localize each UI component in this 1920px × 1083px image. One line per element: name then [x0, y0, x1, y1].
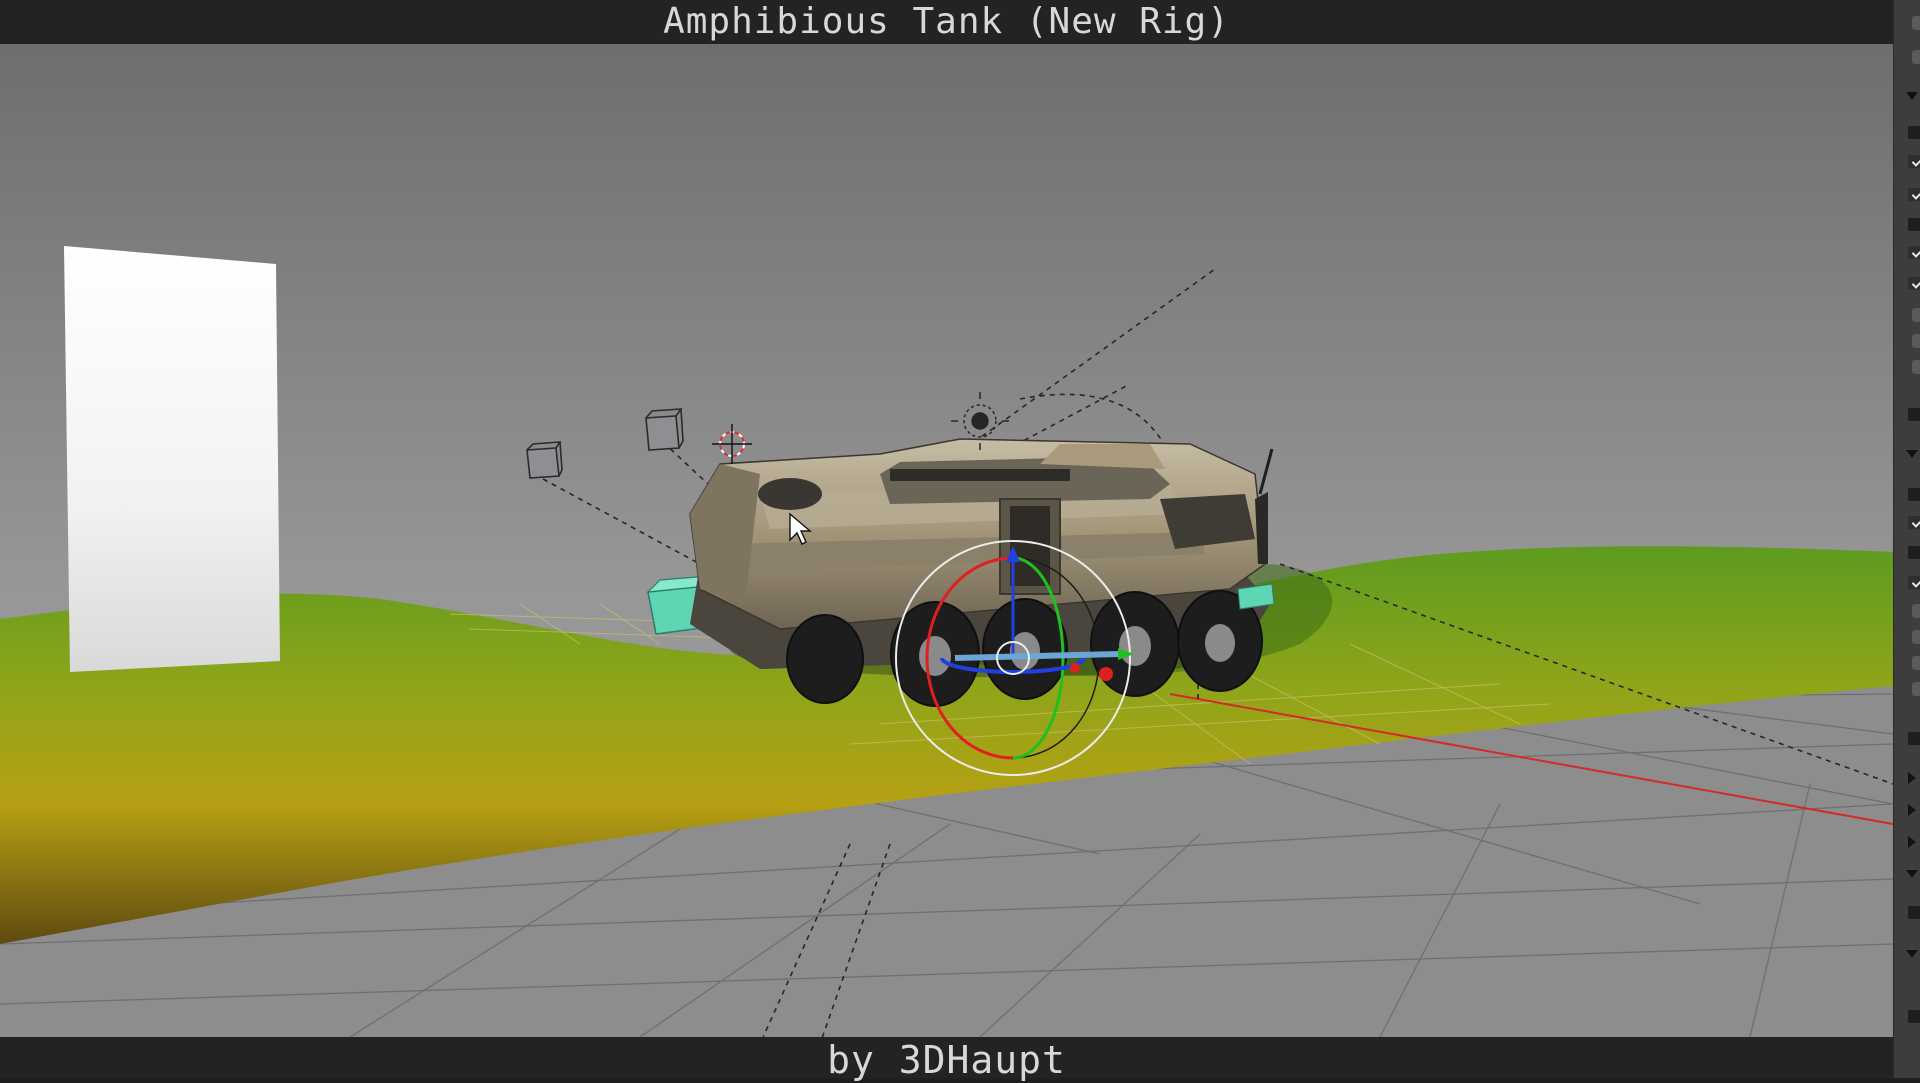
checkbox-icon[interactable] — [1908, 488, 1920, 501]
field-stub[interactable] — [1912, 604, 1920, 618]
checkbox-icon[interactable] — [1908, 188, 1920, 201]
properties-side-panel[interactable] — [1893, 0, 1920, 1078]
checkbox-icon[interactable] — [1908, 732, 1920, 745]
field-stub[interactable] — [1912, 360, 1920, 374]
video-title: Amphibious Tank (New Rig) — [0, 0, 1893, 44]
triangle-right-icon[interactable] — [1908, 772, 1916, 784]
triangle-down-icon[interactable] — [1906, 450, 1918, 458]
triangle-down-icon[interactable] — [1906, 92, 1918, 100]
checkbox-icon[interactable] — [1908, 126, 1920, 139]
checkbox-icon[interactable] — [1908, 1010, 1920, 1023]
amphibious-tank-model[interactable] — [689, 438, 1275, 707]
field-stub[interactable] — [1912, 16, 1920, 30]
checkbox-icon[interactable] — [1908, 576, 1920, 589]
checkbox-icon[interactable] — [1908, 906, 1920, 919]
checkbox-icon[interactable] — [1908, 546, 1920, 559]
field-stub[interactable] — [1912, 50, 1920, 64]
checkbox-icon[interactable] — [1908, 155, 1920, 168]
checkbox-icon[interactable] — [1908, 408, 1920, 421]
video-credit: by 3DHaupt — [0, 1037, 1893, 1082]
triangle-down-icon[interactable] — [1906, 870, 1918, 878]
field-stub[interactable] — [1912, 630, 1920, 644]
white-plane-object — [64, 246, 280, 672]
checkbox-icon[interactable] — [1908, 277, 1920, 290]
field-stub[interactable] — [1912, 682, 1920, 696]
checkbox-icon[interactable] — [1908, 246, 1920, 259]
checkbox-icon[interactable] — [1908, 218, 1920, 231]
triangle-down-icon[interactable] — [1906, 950, 1918, 958]
3d-viewport[interactable] — [0, 44, 1893, 1037]
triangle-right-icon[interactable] — [1908, 836, 1916, 848]
checkbox-icon[interactable] — [1908, 516, 1920, 529]
field-stub[interactable] — [1912, 308, 1920, 322]
triangle-right-icon[interactable] — [1908, 804, 1916, 816]
field-stub[interactable] — [1912, 334, 1920, 348]
field-stub[interactable] — [1912, 656, 1920, 670]
